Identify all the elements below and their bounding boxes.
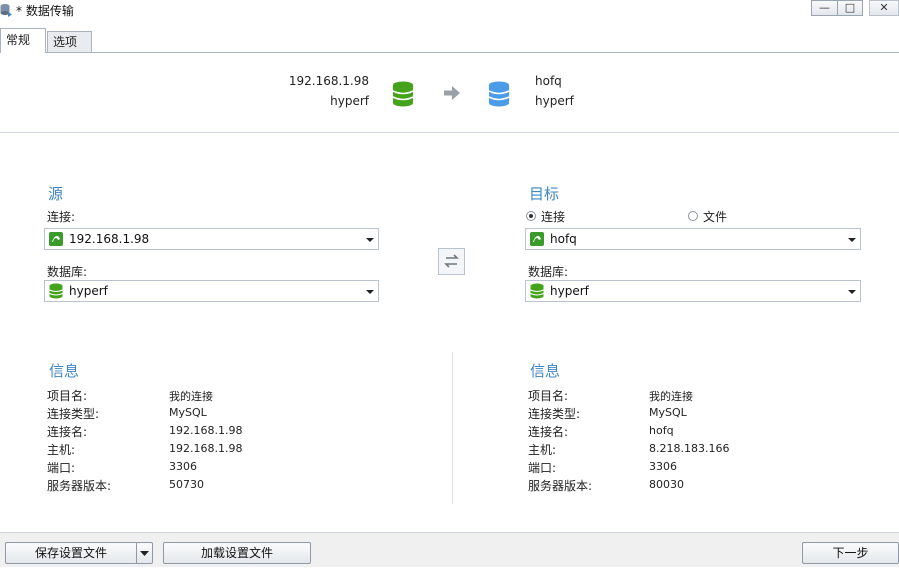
target-connection-select[interactable]: hofq [525,228,861,250]
database-icon [530,283,544,299]
target-connection-radio-label[interactable]: 连接 [541,208,565,225]
chevron-down-icon [848,238,856,242]
info-value: 我的连接 [649,390,693,403]
info-key: 项目名: [528,389,569,403]
database-icon [49,283,63,299]
info-value: 我的连接 [169,390,213,403]
transfer-summary: 192.168.1.98 hyperf hofq hyperf [0,53,899,133]
target-info-title: 信息 [530,362,561,380]
info-key: 服务器版本: [47,479,112,493]
chevron-down-icon [848,290,856,294]
data-transfer-icon [0,4,12,17]
info-value: hofq [649,424,674,437]
info-key: 主机: [47,443,76,457]
info-key: 端口: [528,461,557,475]
footer-bar: 保存设置文件 加载设置文件 下一步 [0,532,899,567]
info-value: 50730 [169,478,204,491]
info-key: 连接类型: [47,407,100,421]
info-value: 3306 [649,460,677,473]
load-settings-button[interactable]: 加载设置文件 [163,542,311,564]
source-info-title: 信息 [49,362,80,380]
chevron-down-icon [366,290,374,294]
info-value: 80030 [649,478,684,491]
info-value: 8.218.183.166 [649,442,730,455]
summary-target-host: hofq [535,74,562,88]
chevron-down-icon [366,238,374,242]
info-value: 192.168.1.98 [169,442,243,455]
target-file-radio[interactable] [688,211,698,221]
info-key: 项目名: [47,389,88,403]
source-database-icon [392,81,414,107]
tab-bar: 常规 选项 [0,28,899,53]
source-connection-select[interactable]: 192.168.1.98 [44,228,379,250]
swap-button[interactable] [438,248,465,275]
target-database-icon [488,81,510,107]
maximize-button[interactable]: □ [837,0,863,16]
source-connection-label: 连接: [47,210,76,224]
mysql-connection-icon [49,232,63,246]
save-settings-button[interactable]: 保存设置文件 [5,542,136,564]
target-title: 目标 [529,185,560,203]
close-button[interactable]: ✕ [869,0,899,16]
info-value: MySQL [169,406,207,419]
arrow-right-icon [444,86,460,100]
caret-down-icon [140,551,149,556]
summary-source-db: hyperf [330,94,369,108]
info-key: 主机: [528,443,557,457]
minimize-button[interactable]: — [811,0,838,16]
info-value: 192.168.1.98 [169,424,243,437]
info-value: MySQL [649,406,687,419]
source-database-value: hyperf [69,284,108,298]
mysql-connection-icon [530,232,544,246]
info-key: 连接名: [47,425,88,439]
title-bar: * 数据传输 — □ ✕ [0,0,899,22]
info-key: 服务器版本: [528,479,593,493]
target-connection-radio[interactable] [526,211,536,221]
target-file-radio-label[interactable]: 文件 [703,208,727,225]
info-key: 端口: [47,461,76,475]
source-connection-value: 192.168.1.98 [69,232,150,246]
target-database-select[interactable]: hyperf [525,280,861,302]
info-key: 连接名: [528,425,569,439]
source-title: 源 [48,185,64,203]
info-divider [452,352,453,504]
target-connection-value: hofq [550,232,577,246]
info-key: 连接类型: [528,407,581,421]
info-value: 3306 [169,460,197,473]
tab-general[interactable]: 常规 [0,28,46,53]
window-title: * 数据传输 [16,4,74,18]
source-database-label: 数据库: [47,265,88,279]
summary-source-host: 192.168.1.98 [288,74,369,88]
swap-arrows-icon [444,254,459,268]
source-database-select[interactable]: hyperf [44,280,379,302]
target-database-value: hyperf [550,284,589,298]
tab-options[interactable]: 选项 [47,31,92,52]
next-button[interactable]: 下一步 [802,542,899,564]
save-settings-dropdown[interactable] [136,542,153,564]
target-database-label: 数据库: [528,265,569,279]
summary-target-db: hyperf [535,94,574,108]
